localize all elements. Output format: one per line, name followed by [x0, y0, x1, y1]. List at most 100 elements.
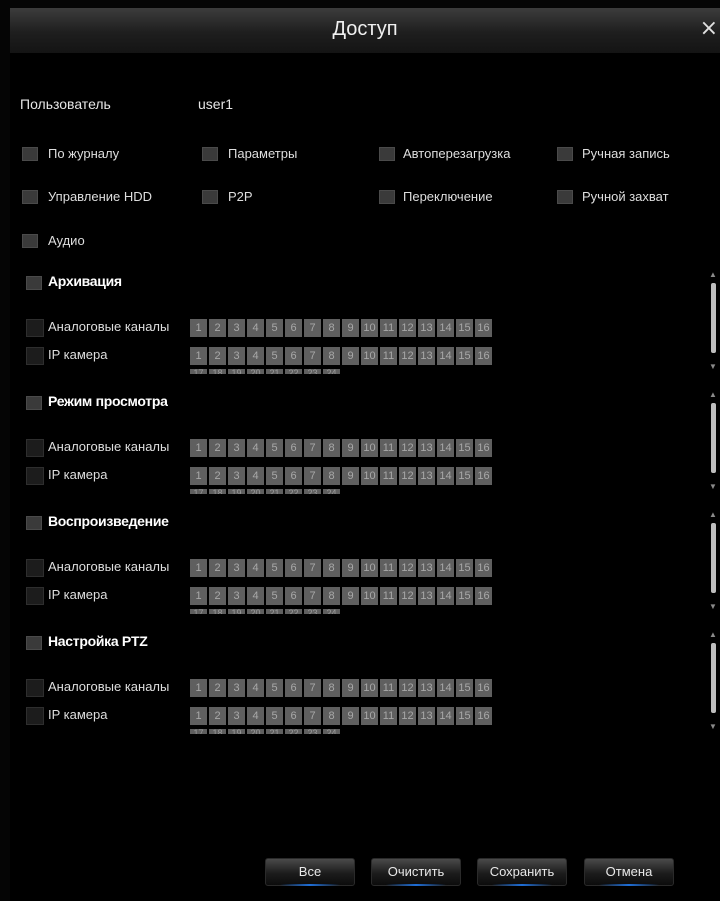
channel-button[interactable]: 2	[209, 707, 226, 725]
perm-manual-capture-checkbox[interactable]	[557, 190, 573, 204]
channel-button[interactable]: 20	[247, 369, 264, 374]
channel-button[interactable]: 7	[304, 347, 321, 365]
channel-row-checkbox[interactable]	[26, 467, 44, 485]
channel-button[interactable]: 11	[380, 587, 397, 605]
section-checkbox[interactable]	[26, 276, 42, 290]
channel-button[interactable]: 9	[342, 679, 359, 697]
scroll-down-arrow-icon[interactable]: ▼	[709, 722, 717, 731]
channel-button[interactable]: 16	[475, 707, 492, 725]
channel-button[interactable]: 16	[475, 587, 492, 605]
channel-button[interactable]: 10	[361, 587, 378, 605]
channel-button[interactable]: 14	[437, 439, 454, 457]
channel-button[interactable]: 13	[418, 559, 435, 577]
channel-row-checkbox[interactable]	[26, 347, 44, 365]
perm-manual-record-checkbox[interactable]	[557, 147, 573, 161]
channel-button[interactable]: 18	[209, 609, 226, 614]
channel-button[interactable]: 20	[247, 489, 264, 494]
channel-button[interactable]: 3	[228, 347, 245, 365]
channel-button[interactable]: 10	[361, 707, 378, 725]
channel-button[interactable]: 16	[475, 679, 492, 697]
channel-button[interactable]: 16	[475, 467, 492, 485]
channel-button[interactable]: 6	[285, 347, 302, 365]
channel-button[interactable]: 8	[323, 707, 340, 725]
channel-button[interactable]: 6	[285, 587, 302, 605]
channel-button[interactable]: 22	[285, 729, 302, 734]
channel-button[interactable]: 13	[418, 347, 435, 365]
channel-button[interactable]: 8	[323, 439, 340, 457]
scroll-down-arrow-icon[interactable]: ▼	[709, 602, 717, 611]
channel-button[interactable]: 2	[209, 559, 226, 577]
channel-button[interactable]: 3	[228, 587, 245, 605]
channel-button[interactable]: 23	[304, 609, 321, 614]
scroll-up-arrow-icon[interactable]: ▲	[709, 630, 717, 639]
channel-button[interactable]: 9	[342, 707, 359, 725]
scroll-up-arrow-icon[interactable]: ▲	[709, 270, 717, 279]
channel-button[interactable]: 2	[209, 347, 226, 365]
channel-button[interactable]: 12	[399, 467, 416, 485]
section-scrollbar[interactable]	[711, 283, 716, 353]
channel-button[interactable]: 20	[247, 729, 264, 734]
channel-button[interactable]: 6	[285, 467, 302, 485]
channel-button[interactable]: 10	[361, 467, 378, 485]
channel-button[interactable]: 8	[323, 319, 340, 337]
perm-p2p-checkbox[interactable]	[202, 190, 218, 204]
channel-button[interactable]: 12	[399, 559, 416, 577]
channel-button[interactable]: 4	[247, 319, 264, 337]
channel-button[interactable]: 1	[190, 319, 207, 337]
channel-button[interactable]: 9	[342, 319, 359, 337]
close-icon[interactable]: ×	[700, 18, 718, 40]
channel-button[interactable]: 8	[323, 559, 340, 577]
channel-button[interactable]: 4	[247, 467, 264, 485]
channel-button[interactable]: 14	[437, 347, 454, 365]
channel-button[interactable]: 5	[266, 707, 283, 725]
channel-button[interactable]: 12	[399, 439, 416, 457]
select-all-button[interactable]: Все	[265, 858, 355, 886]
channel-button[interactable]: 14	[437, 559, 454, 577]
channel-button[interactable]: 24	[323, 489, 340, 494]
channel-button[interactable]: 7	[304, 679, 321, 697]
channel-button[interactable]: 7	[304, 439, 321, 457]
channel-button[interactable]: 7	[304, 319, 321, 337]
channel-button[interactable]: 22	[285, 609, 302, 614]
section-checkbox[interactable]	[26, 636, 42, 650]
channel-row-checkbox[interactable]	[26, 679, 44, 697]
channel-button[interactable]: 17	[190, 489, 207, 494]
channel-button[interactable]: 6	[285, 679, 302, 697]
channel-button[interactable]: 6	[285, 559, 302, 577]
channel-button[interactable]: 3	[228, 439, 245, 457]
channel-button[interactable]: 16	[475, 439, 492, 457]
channel-button[interactable]: 8	[323, 467, 340, 485]
section-checkbox[interactable]	[26, 396, 42, 410]
section-scrollbar[interactable]	[711, 403, 716, 473]
channel-button[interactable]: 18	[209, 729, 226, 734]
channel-button[interactable]: 13	[418, 707, 435, 725]
channel-button[interactable]: 6	[285, 707, 302, 725]
channel-button[interactable]: 4	[247, 347, 264, 365]
channel-button[interactable]: 5	[266, 439, 283, 457]
section-checkbox[interactable]	[26, 516, 42, 530]
channel-button[interactable]: 11	[380, 439, 397, 457]
channel-button[interactable]: 16	[475, 347, 492, 365]
channel-button[interactable]: 1	[190, 559, 207, 577]
channel-button[interactable]: 7	[304, 587, 321, 605]
channel-button[interactable]: 18	[209, 369, 226, 374]
channel-button[interactable]: 11	[380, 679, 397, 697]
channel-button[interactable]: 1	[190, 707, 207, 725]
channel-button[interactable]: 3	[228, 707, 245, 725]
channel-button[interactable]: 13	[418, 587, 435, 605]
channel-button[interactable]: 11	[380, 467, 397, 485]
channel-row-checkbox[interactable]	[26, 587, 44, 605]
channel-button[interactable]: 4	[247, 679, 264, 697]
channel-button[interactable]: 1	[190, 467, 207, 485]
channel-button[interactable]: 15	[456, 587, 473, 605]
channel-button[interactable]: 7	[304, 559, 321, 577]
channel-button[interactable]: 9	[342, 347, 359, 365]
channel-button[interactable]: 23	[304, 369, 321, 374]
channel-button[interactable]: 12	[399, 679, 416, 697]
save-button[interactable]: Сохранить	[477, 858, 567, 886]
channel-button[interactable]: 9	[342, 559, 359, 577]
section-scrollbar[interactable]	[711, 523, 716, 593]
channel-button[interactable]: 3	[228, 319, 245, 337]
clear-button[interactable]: Очистить	[371, 858, 461, 886]
channel-row-checkbox[interactable]	[26, 559, 44, 577]
